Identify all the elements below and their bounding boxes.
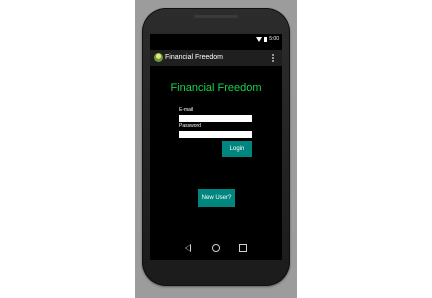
status-bar: 5:00 xyxy=(150,34,282,46)
battery-icon xyxy=(264,37,268,42)
password-label: Password xyxy=(179,123,201,129)
status-icons: 5:00 xyxy=(256,37,279,42)
email-field[interactable] xyxy=(179,115,252,122)
wifi-icon xyxy=(256,37,263,42)
overflow-menu-icon[interactable] xyxy=(272,54,274,62)
email-label: E-mail xyxy=(179,107,194,113)
app-icon xyxy=(154,53,163,62)
new-user-button[interactable]: New User? xyxy=(198,189,235,207)
page-title: Financial Freedom xyxy=(170,82,262,94)
recents-icon[interactable] xyxy=(239,244,247,252)
login-button[interactable]: Login xyxy=(222,141,252,157)
phone-speaker xyxy=(194,15,238,18)
back-icon[interactable] xyxy=(185,244,191,252)
status-time: 5:00 xyxy=(269,36,279,42)
navigation-bar xyxy=(150,236,282,260)
device-screen: 5:00 Financial Freedom Financial Freedom… xyxy=(150,34,282,260)
password-field[interactable] xyxy=(179,131,252,138)
app-title: Financial Freedom xyxy=(165,54,223,61)
app-bar: Financial Freedom xyxy=(150,50,282,66)
home-icon[interactable] xyxy=(212,244,220,252)
